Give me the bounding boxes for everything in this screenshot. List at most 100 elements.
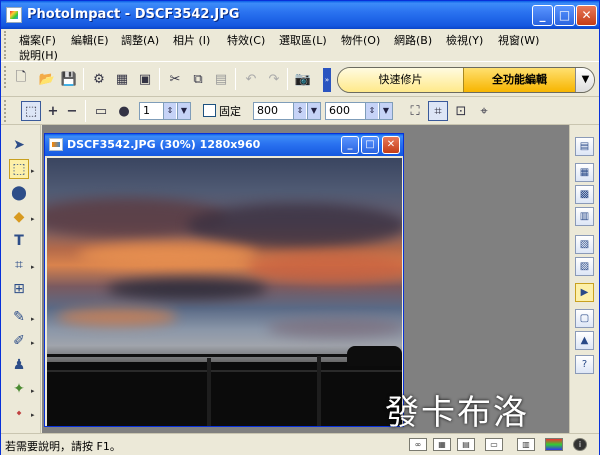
undo-icon[interactable]: ↶ (241, 69, 261, 89)
height-updown-icon[interactable]: ⇕ (365, 103, 378, 119)
histogram-icon[interactable]: ▥ (517, 438, 535, 451)
info-icon[interactable]: i (573, 438, 587, 451)
title-bar[interactable]: PhotoImpact - DSCF3542.JPG _ □ ✕ (1, 1, 599, 29)
menu-window[interactable]: 視窗(W) (498, 32, 539, 48)
close-button[interactable]: ✕ (576, 5, 597, 26)
paint-brush-icon[interactable]: ✎ (9, 307, 29, 327)
paint-brush-arrow-icon[interactable]: ▸ (31, 315, 35, 323)
selection-mode-icon[interactable]: ⬚ (21, 101, 41, 121)
brush-size-field[interactable]: 1 ⇕ ▼ (139, 102, 191, 120)
brush-size-dropdown-icon[interactable]: ▼ (177, 103, 190, 119)
eraser-arrow-icon[interactable]: ▸ (31, 411, 35, 419)
document-window: DSCF3542.JPG (30%) 1280x960 _ □ ✕ (44, 133, 404, 427)
height-dropdown-icon[interactable]: ▼ (379, 103, 392, 119)
add-selection-icon[interactable]: + (43, 101, 63, 121)
crop-icon[interactable]: ⌖ (474, 101, 494, 121)
browser-icon[interactable]: ▣ (135, 69, 155, 89)
selection-tool-arrow-icon[interactable]: ▸ (31, 167, 35, 175)
clone-stamp-icon[interactable]: ♟ (9, 355, 29, 375)
redo-icon[interactable]: ↷ (264, 69, 284, 89)
doc-maximize-button[interactable]: □ (361, 136, 379, 154)
help-icon[interactable]: ? (575, 355, 594, 374)
copy-icon[interactable]: ⧉ (188, 69, 208, 89)
menubar-grip[interactable] (4, 31, 8, 59)
document-title: DSCF3542.JPG (30%) 1280x960 (67, 138, 261, 151)
selection-tool-icon[interactable]: ⬚ (9, 159, 29, 179)
minimize-button[interactable]: _ (532, 5, 553, 26)
magic-select-icon[interactable]: ⌗ (428, 101, 448, 121)
menu-file[interactable]: 檔案(F) (19, 32, 56, 48)
save-icon[interactable]: 💾 (59, 69, 79, 89)
eraser-tool-icon[interactable]: ✦ (9, 379, 29, 399)
window-title: PhotoImpact - DSCF3542.JPG (27, 7, 240, 22)
preset-icon[interactable]: ▧ (575, 235, 594, 254)
soft-edge-icon[interactable]: ● (114, 101, 134, 121)
paste-icon[interactable]: ▤ (211, 69, 231, 89)
scan-icon[interactable]: ⚙ (89, 69, 109, 89)
menu-photo[interactable]: 相片 (I) (173, 32, 210, 48)
easy-palette-icon[interactable]: ▨ (575, 257, 594, 276)
full-edit-tab[interactable]: 全功能編輯 (463, 68, 575, 92)
grid-view-icon[interactable]: ▦ (433, 438, 451, 451)
attribute-grip[interactable] (4, 100, 8, 122)
height-field[interactable]: 600 ⇕ ▼ (325, 102, 393, 120)
transform-tool-icon[interactable]: ⊞ (9, 279, 29, 299)
menu-view[interactable]: 檢視(Y) (446, 32, 483, 48)
sunset-photo[interactable] (47, 158, 402, 426)
play-icon[interactable]: ▶ (575, 283, 594, 302)
crop-tool-arrow-icon[interactable]: ▸ (31, 263, 35, 271)
maximize-button[interactable]: □ (554, 5, 575, 26)
document-icon[interactable]: ▢ (575, 309, 594, 328)
menu-adjust[interactable]: 調整(A) (121, 32, 159, 48)
width-updown-icon[interactable]: ⇕ (293, 103, 306, 119)
subtract-selection-icon[interactable]: − (62, 101, 82, 121)
document-title-bar[interactable]: DSCF3542.JPG (30%) 1280x960 _ □ ✕ (45, 134, 403, 156)
pick-tool-icon[interactable]: ➤ (9, 135, 29, 155)
toolbar-grip[interactable] (4, 66, 8, 88)
retouch-brush-arrow-icon[interactable]: ▸ (31, 339, 35, 347)
landscape-icon[interactable]: ▲ (575, 331, 594, 350)
ruler-icon[interactable]: ▭ (485, 438, 503, 451)
new-file-icon[interactable]: 🗋 (11, 69, 31, 89)
retouch-brush-icon[interactable]: ✐ (9, 331, 29, 351)
library-icon[interactable]: ▥ (575, 207, 594, 226)
crop-tool-icon[interactable]: ⌗ (9, 255, 29, 275)
image-icon[interactable] (49, 138, 63, 151)
menu-web[interactable]: 網路(B) (394, 32, 432, 48)
mode-switch: 快速修片 全功能編輯 ▼ (337, 67, 595, 93)
width-dropdown-icon[interactable]: ▼ (307, 103, 320, 119)
menu-effects[interactable]: 特效(C) (227, 32, 265, 48)
cut-icon[interactable]: ✂ (165, 69, 185, 89)
menu-selection[interactable]: 選取區(L) (279, 32, 327, 48)
fixed-checkbox[interactable] (203, 104, 216, 117)
camera-icon[interactable]: 📷 (293, 69, 313, 89)
gallery-icon[interactable]: ▩ (575, 185, 594, 204)
menu-edit[interactable]: 編輯(E) (71, 32, 109, 48)
text-tool-icon[interactable]: T (9, 231, 29, 251)
select-all-icon[interactable]: ⛶ (405, 101, 425, 121)
bucket-tool-icon[interactable]: ◆ (9, 207, 29, 227)
app-icon[interactable] (6, 7, 22, 23)
bucket-tool-arrow-icon[interactable]: ▸ (31, 215, 35, 223)
list-view-icon[interactable]: ▤ (457, 438, 475, 451)
chain-link-icon[interactable]: ∞ (409, 438, 427, 451)
palette-icon[interactable]: ▦ (575, 163, 594, 182)
grid-icon[interactable]: ▦ (112, 69, 132, 89)
eraser-tool-arrow-icon[interactable]: ▸ (31, 387, 35, 395)
brush-size-updown-icon[interactable]: ⇕ (163, 103, 176, 119)
menu-object[interactable]: 物件(O) (341, 32, 380, 48)
quick-fix-tab[interactable]: 快速修片 (338, 68, 463, 92)
width-field[interactable]: 800 ⇕ ▼ (253, 102, 321, 120)
height-value: 600 (329, 104, 350, 117)
open-folder-icon[interactable]: 📂 (37, 69, 57, 89)
doc-close-button[interactable]: ✕ (382, 136, 400, 154)
mask-tool-icon[interactable]: ⬤ (9, 183, 29, 203)
shape-rect-icon[interactable]: ▭ (91, 101, 111, 121)
layer-manager-icon[interactable]: ▤ (575, 137, 594, 156)
doc-minimize-button[interactable]: _ (341, 136, 359, 154)
eraser-icon[interactable]: ⬩ (9, 403, 29, 423)
mode-dropdown-icon[interactable]: ▼ (575, 68, 594, 92)
toolbar-overflow-icon[interactable]: » (323, 68, 331, 92)
color-icon[interactable] (545, 438, 563, 451)
zoom-select-icon[interactable]: ⊡ (451, 101, 471, 121)
